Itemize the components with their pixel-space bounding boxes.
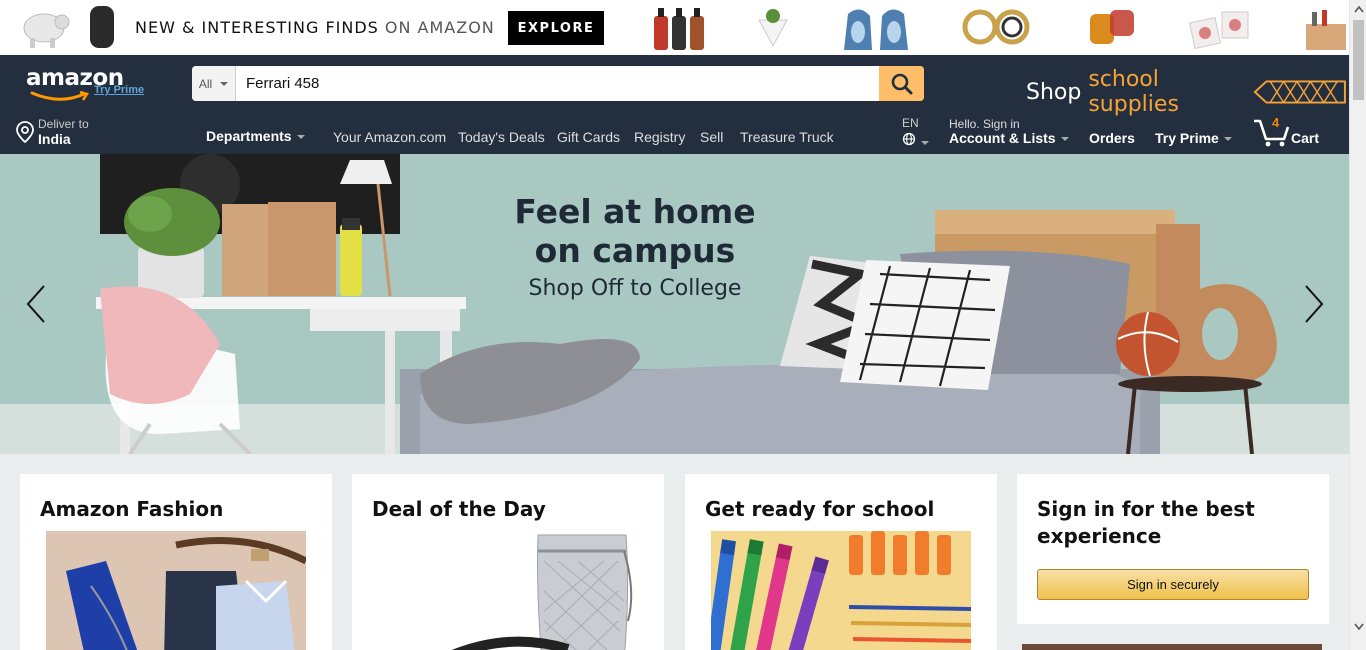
- card-title: Sign in for the best experience: [1037, 497, 1255, 548]
- site-header: amazon Try Prime All Shop school supplie…: [0, 55, 1349, 154]
- orders-link[interactable]: Orders: [1089, 130, 1135, 146]
- mesh-bag-product-image: [378, 531, 638, 650]
- hero-carousel[interactable]: Feel at home on campus Shop Off to Colle…: [0, 154, 1349, 454]
- amazon-logo[interactable]: amazon Try Prime: [26, 65, 146, 101]
- sauce-bottles-image: [654, 8, 704, 50]
- pencil-pattern-icon: [1253, 80, 1347, 104]
- cart-icon[interactable]: [1252, 117, 1290, 147]
- explore-button[interactable]: EXPLORE: [508, 11, 604, 45]
- chevron-down-icon: [1223, 137, 1232, 142]
- school-image[interactable]: [711, 531, 971, 650]
- search-input[interactable]: [236, 66, 879, 101]
- fashion-image[interactable]: [46, 531, 306, 650]
- search-button[interactable]: [879, 66, 924, 101]
- page-scrollbar[interactable]: [1349, 0, 1366, 650]
- fashion-clothes-image: [46, 531, 306, 650]
- coasters-image: [1188, 11, 1249, 50]
- try-prime-link[interactable]: Try Prime: [94, 84, 144, 96]
- card-deal-of-the-day[interactable]: Deal of the Day: [352, 474, 664, 650]
- bangle-bracelets-image: [962, 9, 1030, 45]
- location-pin-icon: [16, 121, 34, 143]
- school-supplies-image: [711, 531, 971, 650]
- sheep-figurine-image: [23, 13, 70, 48]
- card-title: Amazon Fashion: [40, 497, 224, 521]
- wooden-organizer-image: [1306, 10, 1346, 50]
- nav-todays-deals[interactable]: Today's Deals: [458, 129, 545, 145]
- carousel-prev-arrow-icon[interactable]: [22, 284, 52, 324]
- chevron-down-icon: [921, 140, 929, 145]
- search-icon: [891, 73, 912, 94]
- school-supplies-promo[interactable]: Shop school supplies: [1026, 67, 1349, 117]
- card-get-ready-for-school[interactable]: Get ready for school: [685, 474, 997, 650]
- smile-arrow-icon: [30, 91, 89, 101]
- cart-count: 4: [1272, 115, 1280, 130]
- scroll-up-arrow-icon[interactable]: [1354, 5, 1364, 13]
- language-selector[interactable]: EN: [902, 116, 929, 149]
- scrollbar-thumb[interactable]: [1353, 20, 1364, 100]
- promo-banner[interactable]: NEW & INTERESTING FINDS ON AMAZON EXPLOR…: [0, 0, 1349, 55]
- geode-bookends-image: [844, 9, 908, 51]
- try-prime-menu[interactable]: Try Prime: [1155, 130, 1232, 146]
- nav-registry[interactable]: Registry: [634, 129, 685, 145]
- search-category-select[interactable]: All: [192, 66, 236, 101]
- globe-icon: [902, 132, 916, 146]
- next-card-preview-image: [1022, 644, 1322, 650]
- glass-candle-image: [1090, 10, 1134, 44]
- nav-sell[interactable]: Sell: [700, 129, 723, 145]
- nav-your-amazon[interactable]: Your Amazon.com: [333, 129, 446, 145]
- carousel-next-arrow-icon[interactable]: [1298, 284, 1328, 324]
- promo-text: NEW & INTERESTING FINDS ON AMAZON: [135, 18, 495, 37]
- hero-title: Feel at home on campus: [514, 192, 756, 270]
- cart-label[interactable]: Cart: [1291, 130, 1319, 146]
- scroll-down-arrow-icon[interactable]: [1354, 623, 1364, 631]
- search-bar: All: [192, 66, 924, 101]
- hero-subtitle: Shop Off to College: [528, 276, 742, 301]
- chevron-down-icon: [1060, 137, 1069, 142]
- chevron-down-icon: [220, 81, 229, 86]
- card-title: Deal of the Day: [372, 497, 546, 521]
- sign-in-securely-button[interactable]: Sign in securely: [1037, 569, 1309, 600]
- nav-treasure-truck[interactable]: Treasure Truck: [740, 129, 834, 145]
- planter-image: [758, 9, 788, 48]
- departments-menu[interactable]: Departments: [206, 128, 305, 144]
- nav-gift-cards[interactable]: Gift Cards: [557, 129, 620, 145]
- deal-image[interactable]: [378, 531, 638, 650]
- card-title: Get ready for school: [705, 497, 935, 521]
- card-amazon-fashion[interactable]: Amazon Fashion: [20, 474, 332, 650]
- speaker-image: [90, 6, 114, 48]
- chevron-down-icon: [296, 135, 305, 140]
- card-sign-in: Sign in for the best experience Sign in …: [1017, 474, 1329, 624]
